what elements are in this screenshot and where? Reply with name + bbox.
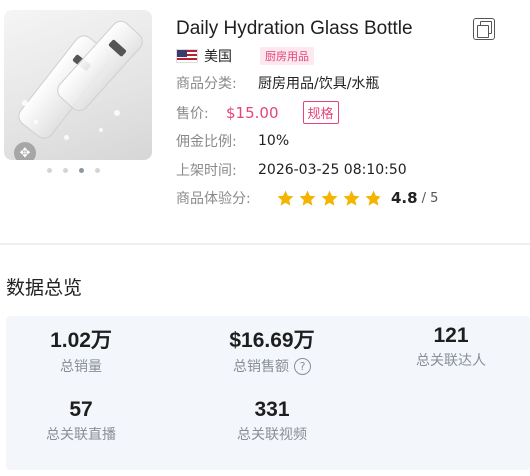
category-label: 商品分类: [176,76,237,92]
country-name: 美国 [204,49,232,65]
help-icon[interactable]: ? [294,357,311,375]
price-row: 售价: $15.00 规格 [176,101,339,124]
divider [0,243,530,245]
rating-max: / 5 [421,190,439,206]
stat-value: 57 [69,398,93,421]
overview-title: 数据总览 [6,277,83,299]
star-icon [320,189,339,208]
stat-value: $16.69万 [229,329,315,352]
carousel-dot[interactable] [47,168,52,173]
commission-value: 10% [258,133,290,149]
rating-row: 商品体验分: 4.8 / 5 [176,188,438,208]
us-flag-icon [176,49,198,63]
stat-label: 总销量 [60,359,102,375]
spec-button[interactable]: 规格 [302,101,339,124]
stat-total-revenue: $16.69万 总销售额? [202,324,342,376]
category-tag: 厨房用品 [260,47,314,65]
overview-stats: 1.02万 总销量 $16.69万 总销售额? 121 总关联达人 57 总关联… [6,316,530,470]
listed-value: 2026-03-25 08:10:50 [258,162,407,178]
commission-row: 佣金比例: 10% [176,131,289,151]
category-row: 商品分类: 厨房用品/饮具/水瓶 [176,73,379,93]
stat-value: 331 [254,398,290,421]
carousel-dot-active[interactable] [79,168,84,173]
listed-label: 上架时间: [176,163,237,179]
rating-stars [276,189,383,208]
price-label: 售价: [176,105,209,122]
carousel-dots [47,168,100,173]
stat-total-lives: 57 总关联直播 [11,398,151,444]
stat-label: 总销售额 [233,359,289,375]
listed-row: 上架时间: 2026-03-25 08:10:50 [176,160,407,180]
copy-icon[interactable] [473,18,495,40]
product-image[interactable]: ✥ [4,10,152,160]
star-icon [342,189,361,208]
carousel-dot[interactable] [95,168,100,173]
product-country: 美国 厨房用品 [176,46,314,66]
rating-value: 4.8 [391,189,418,207]
product-title: Daily Hydration Glass Bottle [176,18,413,39]
stat-value: 121 [433,324,469,347]
category-value: 厨房用品/饮具/水瓶 [258,76,380,92]
stat-label: 总关联达人 [416,353,486,369]
stat-total-sales: 1.02万 总销量 [11,324,151,376]
stat-label: 总关联直播 [46,427,116,443]
rating-label: 商品体验分: [176,191,251,207]
stat-total-creators: 121 总关联达人 [381,324,521,370]
price-value: $15.00 [226,103,279,122]
star-icon [364,189,383,208]
star-icon [298,189,317,208]
stat-value: 1.02万 [50,329,112,352]
stat-label: 总关联视频 [237,427,307,443]
carousel-dot[interactable] [63,168,68,173]
expand-icon[interactable]: ✥ [14,142,36,160]
stat-total-videos: 331 总关联视频 [202,398,342,444]
star-icon [276,189,295,208]
commission-label: 佣金比例: [176,134,237,150]
